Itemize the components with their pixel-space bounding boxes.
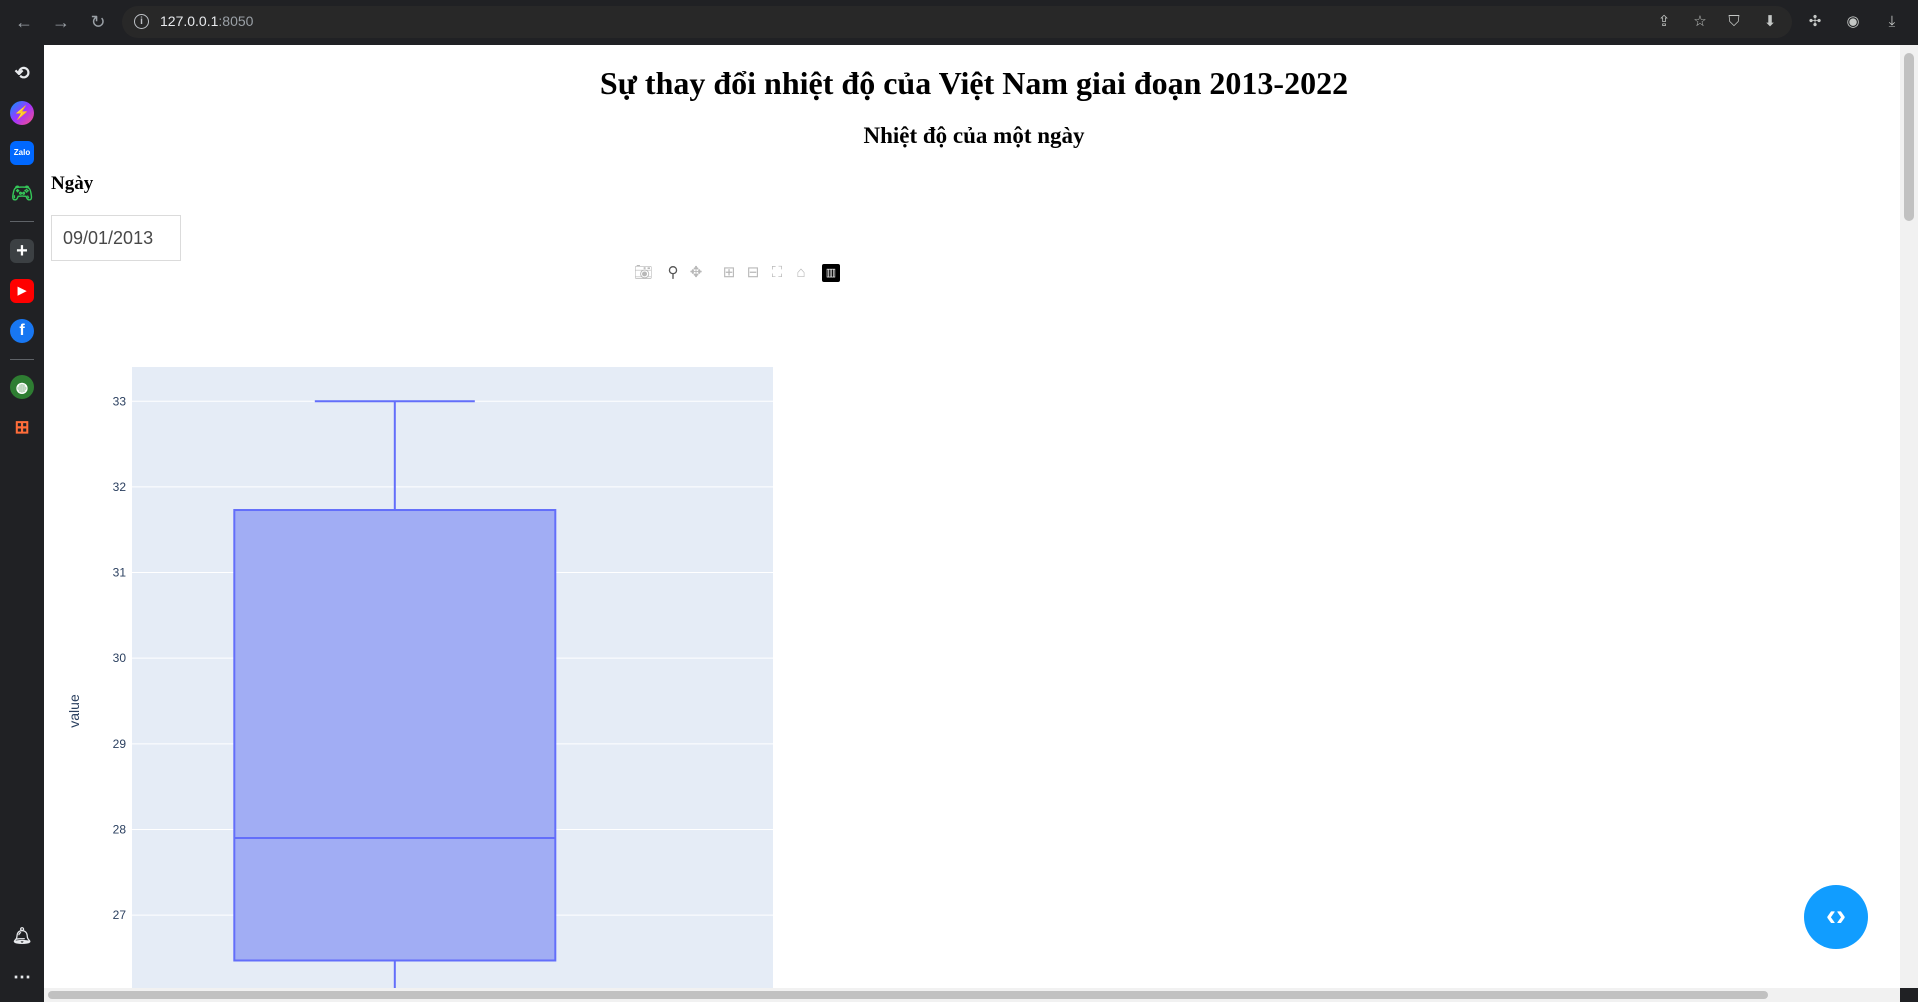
notification-bell-icon[interactable]: 🔔︎ [10, 925, 34, 949]
address-bar[interactable]: i 127.0.0.1:8050 [122, 6, 1792, 38]
globe-icon[interactable]: ◍ [10, 375, 34, 399]
y-tick-label: 29 [113, 737, 127, 751]
browser-toolbar: ← → ↻ i 127.0.0.1:8050 ⇪ ☆ ⛉ ⬇ ✣ ◉ ⤓ [0, 0, 1918, 45]
page-subtitle: Nhiệt độ của một ngày [863, 123, 1085, 148]
profile-icon[interactable]: ◉ [1843, 12, 1863, 32]
youtube-icon[interactable]: ▶ [10, 279, 34, 303]
forward-icon[interactable]: → [47, 8, 75, 36]
date-label: Ngày [51, 173, 94, 194]
shopping-icon[interactable]: ⊞ [10, 415, 34, 439]
history-icon[interactable]: ⟲ [10, 61, 34, 85]
dash-debug-button[interactable]: ‹› [1804, 885, 1868, 949]
date-picker-input[interactable]: 09/01/2013 [51, 215, 181, 261]
site-info-icon[interactable]: i [134, 14, 149, 29]
messenger-icon[interactable]: ⚡ [10, 101, 34, 125]
page-content: Sự thay đổi nhiệt độ của Việt Nam giai đ… [44, 45, 1900, 988]
bookmark-star-icon[interactable]: ☆ [1690, 12, 1710, 32]
box-plot-chart: 2627282930313233value [66, 367, 773, 988]
y-axis-title: value [66, 694, 82, 728]
horizontal-scrollbar[interactable] [44, 988, 1900, 1002]
gamepad-icon[interactable]: 🎮︎ [10, 181, 34, 205]
pan-icon[interactable]: ✥ [687, 264, 705, 282]
zalo-icon[interactable]: Zalo [10, 141, 34, 165]
reset-axes-icon[interactable]: ⌂ [792, 264, 810, 282]
autoscale-icon[interactable]: ⛶ [768, 264, 786, 282]
page-title: Sự thay đổi nhiệt độ của Việt Nam giai đ… [599, 65, 1349, 101]
zoom-icon[interactable]: ⚲ [664, 264, 682, 282]
reload-icon[interactable]: ↻ [84, 8, 112, 36]
box-iqr [233, 509, 557, 962]
zoom-out-icon[interactable]: ⊟ [744, 264, 762, 282]
extensions-icon[interactable]: ✣ [1805, 12, 1825, 32]
horizontal-scrollbar-thumb[interactable] [48, 991, 1768, 999]
download-extension-icon[interactable]: ⬇ [1760, 12, 1780, 32]
back-icon[interactable]: ← [10, 8, 38, 36]
share-icon[interactable]: ⇪ [1654, 12, 1674, 32]
shield-icon[interactable]: ⛉ [1724, 12, 1744, 32]
zoom-in-icon[interactable]: ⊞ [720, 264, 738, 282]
more-options-icon[interactable]: ⋯ [10, 965, 34, 989]
vertical-scrollbar[interactable] [1900, 45, 1918, 988]
sidebar-divider [10, 359, 34, 360]
downloads-icon[interactable]: ⤓ [1882, 12, 1902, 32]
y-tick-label: 31 [113, 566, 127, 580]
y-tick-label: 30 [113, 651, 127, 665]
url-text[interactable]: 127.0.0.1:8050 [160, 13, 253, 29]
y-tick-label: 33 [113, 394, 127, 408]
browser-sidebar: ⟲ ⚡ Zalo 🎮︎ + ▶ f ◍ ⊞ 🔔︎ ⋯ [0, 45, 44, 1002]
camera-icon[interactable]: 📷︎ [634, 264, 653, 282]
add-icon[interactable]: + [10, 239, 34, 263]
y-tick-label: 27 [113, 908, 127, 922]
y-tick-label: 28 [113, 822, 127, 836]
y-tick-label: 32 [113, 480, 127, 494]
facebook-icon[interactable]: f [10, 319, 34, 343]
sidebar-divider [10, 221, 34, 222]
vertical-scrollbar-thumb[interactable] [1904, 53, 1914, 221]
plotly-logo-icon[interactable]: ▥ [822, 264, 840, 282]
